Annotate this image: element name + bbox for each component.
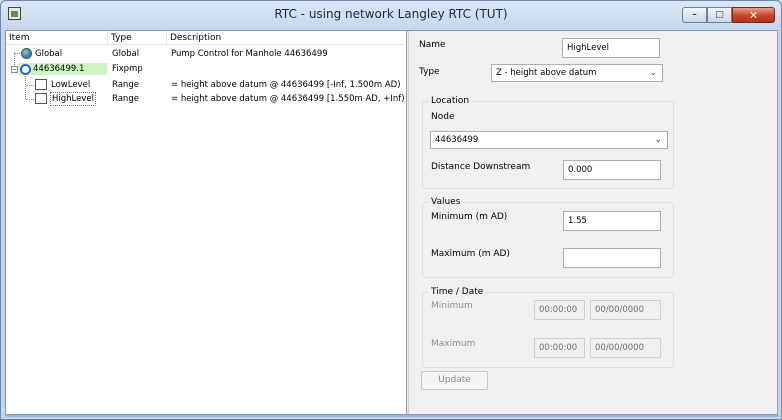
tree-row-global[interactable]: Global Global Pump Control for Manhole 4… (6, 48, 404, 60)
collapse-toggle[interactable]: – (11, 66, 18, 73)
maximize-icon: □ (715, 10, 724, 20)
time-maximum-label: Maximum (431, 339, 476, 349)
column-header-type[interactable]: Type (108, 31, 167, 45)
distance-field[interactable]: 0.000 (563, 160, 661, 180)
maximize-button[interactable]: □ (707, 7, 732, 23)
location-group-title: Location (429, 96, 472, 107)
caption-buttons: – □ ✕ (682, 7, 775, 24)
close-icon: ✕ (748, 8, 759, 22)
tree-item-label: Global (35, 49, 63, 59)
node-label: Node (431, 112, 455, 122)
range-icon (35, 93, 47, 104)
chevron-down-icon: ⌄ (654, 135, 662, 145)
tree-item-type: Global (112, 49, 140, 59)
time-minimum-date-field[interactable]: 00/00/0000 (590, 300, 661, 320)
node-select-value: 44636499 (435, 135, 479, 145)
type-select[interactable]: Z - height above datum ⌄ (491, 64, 663, 82)
minimum-field[interactable]: 1.55 (563, 211, 661, 231)
name-label: Name (419, 40, 446, 50)
name-field[interactable]: HighLevel (562, 38, 660, 58)
tree-item-description: Pump Control for Manhole 44636499 (171, 49, 328, 59)
tree-row-highlevel[interactable]: HighLevel Range = height above datum @ 4… (6, 92, 405, 106)
values-group-title: Values (429, 197, 463, 208)
maximum-label: Maximum (m AD) (431, 249, 510, 259)
tree-pane: Item Type Description Global Global Pump… (6, 31, 406, 414)
window-title: RTC - using network Langley RTC (TUT) (274, 7, 508, 21)
update-button[interactable]: Update (421, 371, 488, 390)
tree-item-label: LowLevel (51, 80, 91, 90)
rtc-window: RTC - using network Langley RTC (TUT) – … (0, 0, 782, 420)
properties-pane: Name HighLevel Type Z - height above dat… (409, 31, 777, 414)
minimize-icon: – (692, 10, 697, 20)
distance-label: Distance Downstream (431, 162, 531, 172)
chevron-down-icon: ⌄ (649, 68, 657, 78)
values-group: Values Minimum (m AD) 1.55 Maximum (m AD… (422, 197, 674, 278)
time-date-group-title: Time / Date (429, 287, 486, 298)
location-group: Location Node 44636499 ⌄ Distance Downst… (422, 96, 674, 189)
type-label: Type (419, 67, 440, 77)
time-minimum-label: Minimum (431, 301, 473, 311)
minimum-label: Minimum (m AD) (431, 212, 508, 222)
range-icon (35, 79, 47, 90)
tree-item-type: Range (112, 80, 139, 90)
tree-row-pump[interactable]: – 44636499.1 Fixpmp (6, 63, 404, 75)
time-maximum-time-field[interactable]: 00:00:00 (534, 338, 585, 358)
tree-item-label: 44636499.1 (33, 64, 85, 74)
globe-icon (21, 48, 32, 59)
type-select-value: Z - height above datum (496, 68, 597, 78)
node-select[interactable]: 44636499 ⌄ (430, 131, 668, 149)
column-header-item[interactable]: Item (6, 31, 108, 45)
time-date-group: Time / Date Minimum 00:00:00 00/00/0000 … (422, 287, 674, 368)
tree-item-description: = height above datum @ 44636499 [-Inf, 1… (171, 80, 401, 90)
title-bar[interactable]: RTC - using network Langley RTC (TUT) – … (1, 1, 781, 30)
client-area: Item Type Description Global Global Pump… (5, 30, 778, 415)
pump-icon (20, 64, 31, 75)
tree-item-description: = height above datum @ 44636499 [1.550m … (171, 94, 405, 104)
time-maximum-date-field[interactable]: 00/00/0000 (590, 338, 661, 358)
column-header-description[interactable]: Description (167, 31, 404, 45)
minimize-button[interactable]: – (682, 7, 707, 23)
close-button[interactable]: ✕ (732, 7, 775, 23)
time-minimum-time-field[interactable]: 00:00:00 (534, 300, 585, 320)
tree-row-lowlevel[interactable]: LowLevel Range = height above datum @ 44… (6, 79, 404, 91)
window-bottom-border (5, 415, 779, 417)
tree-item-type: Fixpmp (112, 64, 143, 74)
tree-item-label: HighLevel (50, 92, 96, 106)
tree-item-type: Range (112, 94, 139, 104)
maximum-field[interactable] (563, 248, 661, 268)
